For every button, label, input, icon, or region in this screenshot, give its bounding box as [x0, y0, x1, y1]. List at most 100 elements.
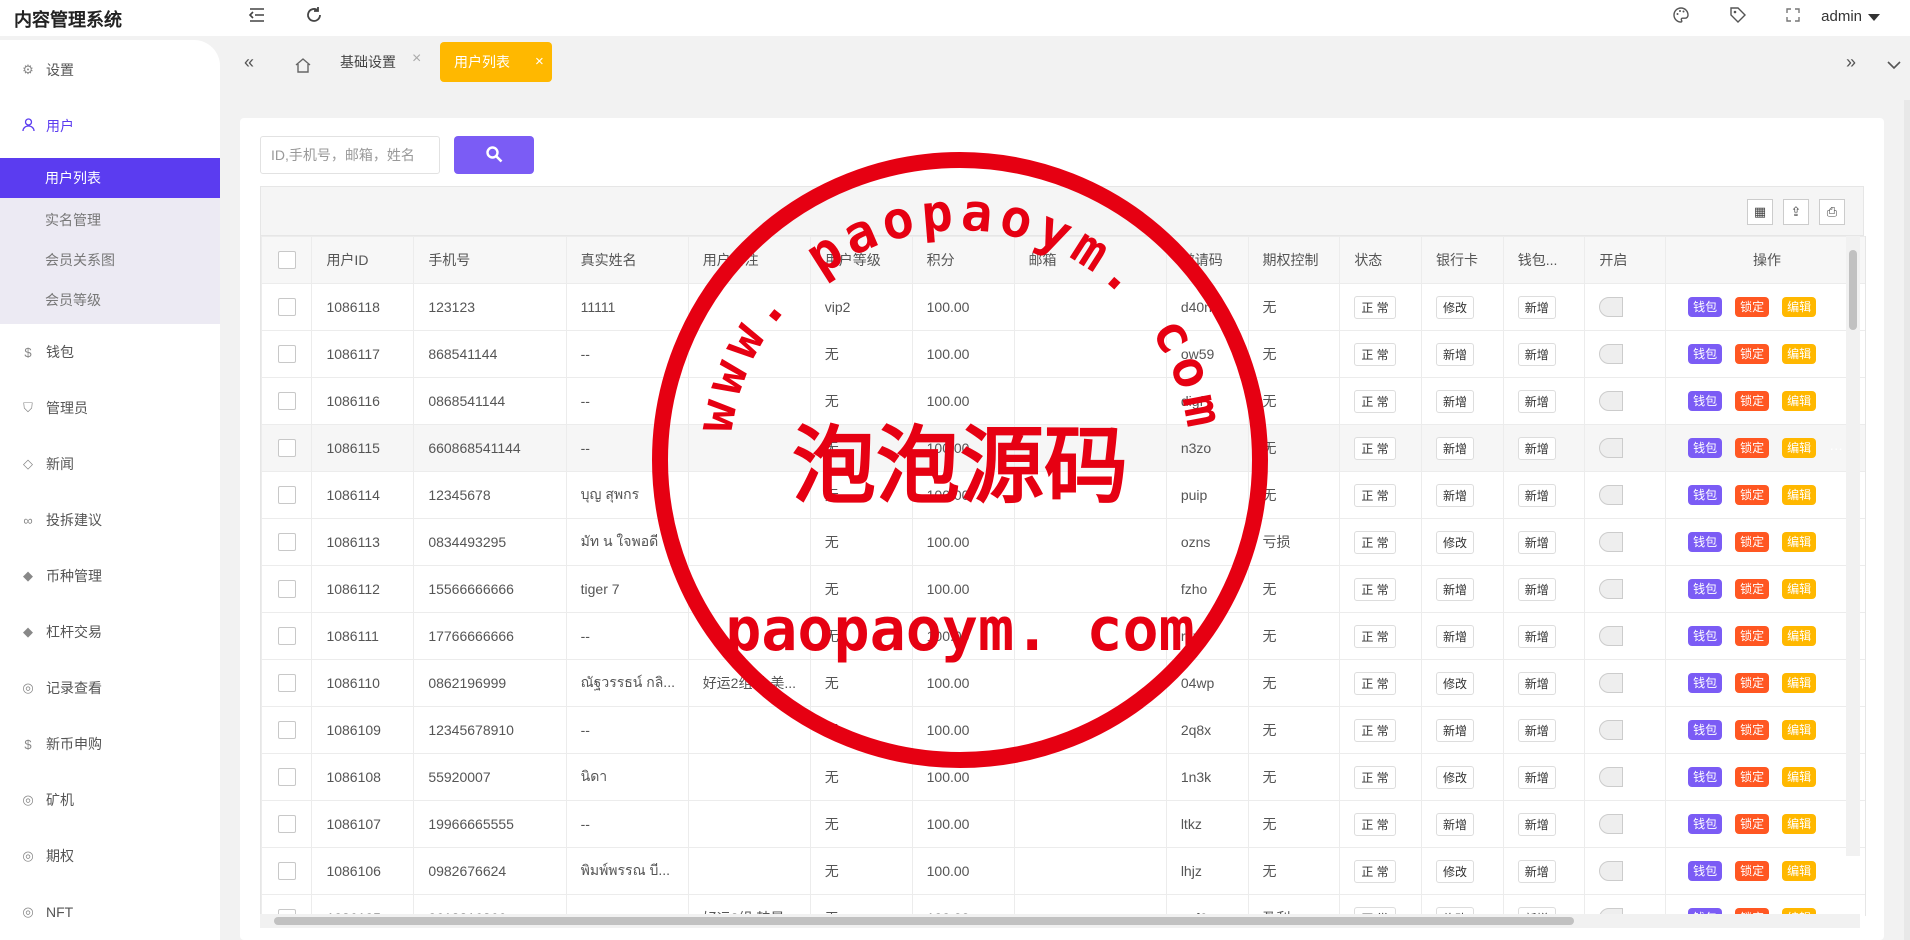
status-button[interactable]: 正 常	[1354, 624, 1396, 648]
status-button[interactable]: 正 常	[1354, 295, 1396, 319]
edit-action-button[interactable]: 编辑	[1782, 391, 1817, 411]
table-row[interactable]: 1086111 17766666666 -- 无 100.00 r1yo 无正 常新增 新增钱…	[261, 612, 1865, 660]
edit-action-button[interactable]: 编辑	[1782, 579, 1817, 599]
bank-card-button[interactable]: 新增	[1436, 342, 1475, 366]
status-button[interactable]: 正 常	[1354, 389, 1396, 413]
enable-toggle[interactable]	[1599, 485, 1624, 505]
column-header[interactable]: 邀请码	[1165, 236, 1249, 284]
submenu-item-verification[interactable]: 实名管理	[0, 200, 220, 240]
row-checkbox[interactable]	[261, 330, 313, 378]
edit-action-button[interactable]: 编辑	[1782, 861, 1817, 881]
wallet-button[interactable]: 新增	[1517, 342, 1556, 366]
bank-card-button[interactable]: 新增	[1436, 483, 1475, 507]
sidebar-item-news[interactable]: ◇ 新闻	[0, 444, 220, 484]
column-header[interactable]: 积分	[911, 236, 1015, 284]
bank-card-button[interactable]: 修改	[1436, 671, 1475, 695]
submenu-item-user-list[interactable]: 用户列表	[0, 158, 220, 198]
bank-card-button[interactable]: 新增	[1436, 436, 1475, 460]
columns-icon[interactable]: ▦	[1747, 199, 1773, 225]
sidebar-item-records[interactable]: ◎ 记录查看	[0, 668, 220, 708]
column-header[interactable]: 邮箱	[1013, 236, 1167, 284]
column-header[interactable]: 开启	[1584, 236, 1667, 284]
lock-action-button[interactable]: 锁定	[1735, 720, 1770, 740]
status-button[interactable]: 正 常	[1354, 342, 1396, 366]
column-header[interactable]: 真实姓名	[565, 236, 689, 284]
table-row[interactable]: 1086106 0982676624 พิมพ์พรรณ บี... 无 100.00 l…	[261, 847, 1865, 895]
wallet-action-button[interactable]: 钱包	[1688, 344, 1723, 364]
search-button[interactable]	[454, 136, 534, 174]
enable-toggle[interactable]	[1599, 626, 1624, 646]
wallet-action-button[interactable]: 钱包	[1688, 485, 1723, 505]
search-input[interactable]	[260, 136, 440, 174]
lock-action-button[interactable]: 锁定	[1735, 626, 1770, 646]
wallet-action-button[interactable]: 钱包	[1688, 532, 1723, 552]
close-icon[interactable]: ×	[535, 42, 544, 82]
column-header[interactable]: 状态	[1339, 236, 1423, 284]
status-button[interactable]: 正 常	[1354, 577, 1396, 601]
lock-action-button[interactable]: 锁定	[1735, 391, 1770, 411]
edit-action-button[interactable]: 编辑	[1782, 297, 1817, 317]
lock-action-button[interactable]: 锁定	[1735, 767, 1770, 787]
row-checkbox[interactable]	[261, 471, 313, 519]
sidebar-item-miner[interactable]: ◎ 矿机	[0, 780, 220, 820]
status-button[interactable]: 正 常	[1354, 436, 1396, 460]
lock-action-button[interactable]: 锁定	[1735, 579, 1770, 599]
edit-action-button[interactable]: 编辑	[1782, 532, 1817, 552]
wallet-button[interactable]: 新增	[1517, 295, 1556, 319]
palette-icon[interactable]	[1670, 6, 1692, 28]
row-checkbox[interactable]	[261, 565, 313, 613]
sidebar-item-ipo[interactable]: $ 新币申购	[0, 724, 220, 764]
horizontal-scrollbar[interactable]	[260, 914, 1860, 928]
table-row[interactable]: 1086114 12345678 บุญ สุพกร无 100.00 puip 无正 常新…	[261, 471, 1865, 519]
enable-toggle[interactable]	[1599, 344, 1624, 364]
sidebar-item-nft[interactable]: ◎ NFT	[0, 892, 220, 932]
bank-card-button[interactable]: 修改	[1436, 530, 1475, 554]
vertical-scrollbar[interactable]	[1846, 236, 1860, 856]
row-checkbox[interactable]	[261, 377, 313, 425]
status-button[interactable]: 正 常	[1354, 530, 1396, 554]
bank-card-button[interactable]: 修改	[1436, 765, 1475, 789]
edit-action-button[interactable]: 编辑	[1782, 720, 1817, 740]
wallet-button[interactable]: 新增	[1517, 671, 1556, 695]
edit-action-button[interactable]: 编辑	[1782, 344, 1817, 364]
tag-icon[interactable]	[1727, 6, 1749, 28]
export-icon[interactable]: ⇪	[1783, 199, 1809, 225]
wallet-action-button[interactable]: 钱包	[1688, 814, 1723, 834]
menu-collapse-icon[interactable]	[246, 6, 268, 28]
lock-action-button[interactable]: 锁定	[1735, 297, 1770, 317]
lock-action-button[interactable]: 锁定	[1735, 814, 1770, 834]
column-header[interactable]: 钱包...	[1502, 236, 1586, 284]
column-header[interactable]: 手机号	[413, 236, 567, 284]
enable-toggle[interactable]	[1599, 297, 1624, 317]
edit-action-button[interactable]: 编辑	[1782, 673, 1817, 693]
lock-action-button[interactable]: 锁定	[1735, 344, 1770, 364]
enable-toggle[interactable]	[1599, 438, 1624, 458]
table-row[interactable]: 10861050613316866--好运2组 韩星无100.00 yuf6盈利正…	[261, 894, 1865, 916]
table-row[interactable]: 1086118 123123 11111 vip2 100.00 d40n 无正 常 修改 新增…	[261, 283, 1865, 331]
scroll-right-icon[interactable]: »	[1846, 40, 1856, 84]
enable-toggle[interactable]	[1599, 391, 1624, 411]
table-row[interactable]: 1086113 0834493295 มัท น ใจพอดี 无 100.00 ozns…	[261, 518, 1865, 566]
select-all-checkbox[interactable]	[261, 236, 313, 284]
table-row[interactable]: 1086110 0862196999 ณัฐวรรธน์ กลิ... 好运2组 小美…	[261, 659, 1865, 707]
user-menu[interactable]: admin	[1821, 8, 1880, 25]
bank-card-button[interactable]: 新增	[1436, 389, 1475, 413]
table-row[interactable]: 1086109 12345678910 -- 无 100.00 2q8x 无正 常新增 新增钱…	[261, 706, 1865, 754]
lock-action-button[interactable]: 锁定	[1735, 438, 1770, 458]
column-header[interactable]: 用户等级	[809, 236, 913, 284]
row-checkbox[interactable]	[261, 847, 313, 895]
enable-toggle[interactable]	[1599, 767, 1624, 787]
wallet-button[interactable]: 新增	[1517, 436, 1556, 460]
column-header[interactable]: 银行卡	[1421, 236, 1504, 284]
table-row[interactable]: 1086115 660868541144 -- 无 100.00 n3zo 无正 常新增 新增…	[261, 424, 1865, 472]
row-checkbox[interactable]	[261, 659, 313, 707]
wallet-action-button[interactable]: 钱包	[1688, 297, 1723, 317]
bank-card-button[interactable]: 新增	[1436, 577, 1475, 601]
sidebar-item-admin[interactable]: ⛉ 管理员	[0, 388, 220, 428]
lock-action-button[interactable]: 锁定	[1735, 485, 1770, 505]
lock-action-button[interactable]: 锁定	[1735, 532, 1770, 552]
edit-action-button[interactable]: 编辑	[1782, 767, 1817, 787]
sidebar-item-options[interactable]: ◎ 期权	[0, 836, 220, 876]
row-checkbox[interactable]	[261, 612, 313, 660]
refresh-icon[interactable]	[303, 6, 325, 28]
